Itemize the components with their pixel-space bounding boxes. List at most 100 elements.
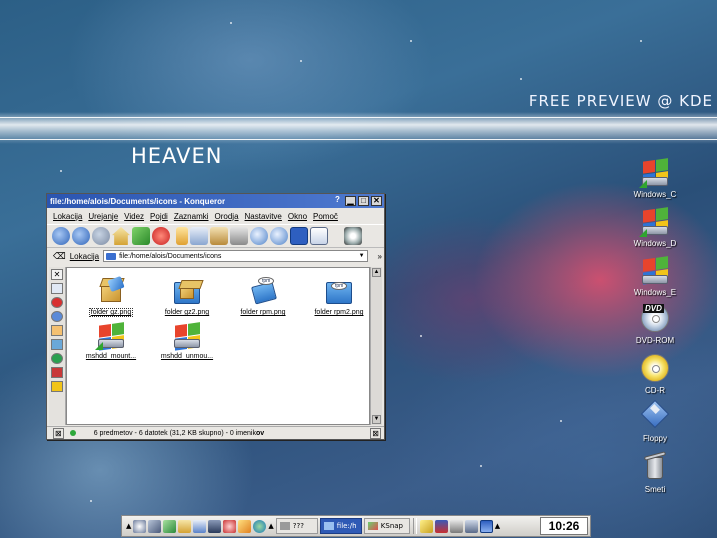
icon-view-icon[interactable] [290,227,308,245]
windows-drive-icon [639,205,671,237]
desktop-icon-windows-d[interactable]: Windows_D [620,205,690,248]
desktop-icon-dvd-rom[interactable]: DVD DVD-ROM [620,302,690,345]
tools-icon[interactable] [148,519,162,533]
desktop-icon-windows-c[interactable]: Windows_C [620,156,690,199]
menu-okno[interactable]: Okno [288,212,307,221]
klipper-icon[interactable] [419,519,433,533]
up-icon[interactable] [52,227,70,245]
chevron-down-icon[interactable]: ▼ [359,253,365,259]
panel-handle-icon[interactable]: ▲ [495,522,500,530]
file-name: folder gz2.png [164,309,210,316]
keyboard-layout-icon[interactable] [434,519,448,533]
panel-handle-icon[interactable]: ▲ [268,522,273,530]
file-icon-view[interactable]: folder gz.png folder gz2.png rpm folder … [66,267,370,425]
close-button[interactable]: ✕ [371,196,382,206]
window-title: file:/home/alois/Documents/icons - Konqu… [50,196,226,206]
bookmarks-icon[interactable] [51,297,63,308]
menu-videz[interactable]: Videz [124,212,144,221]
document-icon[interactable] [193,519,207,533]
panel-handle-icon[interactable]: ▲ [126,522,131,530]
menu-zaznamki[interactable]: Zaznamki [174,212,209,221]
cut-icon[interactable] [176,227,188,245]
terminal-icon[interactable] [208,519,222,533]
package-box-icon [95,275,127,306]
desktop-icon-label: Windows_E [633,288,677,297]
file-item[interactable]: rpm folder rpm2.png [301,276,377,316]
desktop-icon-cd-r[interactable]: CD-R [620,352,690,395]
clear-location-icon[interactable]: ⌫ [53,251,66,262]
favorites-icon[interactable] [51,381,63,392]
paste-icon[interactable] [210,227,228,245]
file-item[interactable]: rpm folder rpm.png [225,276,301,316]
globe-icon[interactable] [253,519,267,533]
menu-orodja[interactable]: Orodja [215,212,239,221]
history-icon[interactable] [51,311,63,322]
wallpaper-preview-text: FREE PREVIEW @ KDE [528,92,713,110]
forward-icon[interactable] [92,227,110,245]
web-icon[interactable] [51,353,63,364]
print-icon[interactable] [230,227,248,245]
devices-icon[interactable] [51,367,63,378]
task-unknown[interactable]: ??? [275,518,318,534]
menu-pojdi[interactable]: Pojdi [150,212,168,221]
menu-lokacija[interactable]: Lokacija [53,212,82,221]
home-folder-icon[interactable] [51,325,63,336]
desktop-icon-trash[interactable]: Smeti [620,451,690,494]
help-button[interactable]: ? [332,196,343,206]
zoom-out-icon[interactable] [270,227,288,245]
copy-icon[interactable] [190,227,208,245]
location-input[interactable]: file:/home/alois/Documents/icons ▼ [103,250,368,262]
file-item[interactable]: folder gz2.png [149,276,225,316]
window-titlebar[interactable]: file:/home/alois/Documents/icons - Konqu… [47,194,384,208]
windows-drive-icon [639,156,671,188]
task-label: KSnap [380,522,403,530]
zoom-in-icon[interactable] [250,227,268,245]
maximize-button[interactable]: □ [358,196,369,206]
menu-urejanje[interactable]: Urejanje [88,212,118,221]
list-view-icon[interactable] [310,227,328,245]
desktop-icon-windows-e[interactable]: Windows_E [620,254,690,297]
kmail-icon[interactable] [238,519,252,533]
kde-menu-icon[interactable] [133,519,147,533]
floppy-icon [639,399,671,432]
scroll-down-icon[interactable]: ▼ [372,415,381,424]
speaker-icon[interactable] [464,519,478,533]
minimize-button[interactable]: ▁ [345,196,356,206]
stop-icon[interactable] [152,227,170,245]
desktop-icon-label: CD-R [645,386,665,395]
file-name: folder rpm.png [240,309,286,316]
file-item[interactable]: mshdd_mount... [73,320,149,360]
desktop-icon-floppy[interactable]: Floppy [620,399,690,443]
file-item[interactable]: mshdd_unmou... [149,320,225,360]
scroll-up-icon[interactable]: ▲ [372,268,381,277]
toolbar-overflow-icon[interactable]: » [378,252,382,261]
task-ksnapshot[interactable]: KSnap [363,518,410,534]
close-sidebar-icon[interactable]: ✕ [51,269,63,280]
network-icon[interactable] [51,339,63,350]
folder-icon [106,252,117,260]
location-value: file:/home/alois/Documents/icons [119,252,222,260]
desktop-icon-label: Windows_D [633,239,677,248]
konqueror-window[interactable]: file:/home/alois/Documents/icons - Konqu… [46,193,385,440]
menu-nastavitve[interactable]: Nastavitve [245,212,282,221]
back-icon[interactable] [72,227,90,245]
home-icon[interactable] [178,519,192,533]
link-view-icon[interactable]: ⊠ [53,427,64,439]
home-icon[interactable] [112,227,130,245]
vertical-scrollbar[interactable]: ▲ ▼ [370,267,382,425]
task-konqueror[interactable]: file:/h [319,518,362,534]
menu-pomoc[interactable]: Pomoč [313,212,338,221]
clipboard-icon[interactable] [449,519,463,533]
desktop-icon-label: Floppy [642,434,667,443]
reload-icon[interactable] [132,227,150,245]
display-icon[interactable] [479,519,493,533]
file-item[interactable]: folder gz.png [73,275,149,317]
resize-grip-icon[interactable]: ⊠ [370,427,381,439]
wallpaper-heaven-text: HEAVEN [131,144,223,168]
services-icon[interactable] [51,283,63,294]
status-indicator-icon [69,430,76,436]
help-lifebuoy-icon[interactable] [223,519,237,533]
desktop-icon-label: Windows_C [633,190,677,199]
editor-icon[interactable] [163,519,177,533]
clock[interactable]: 10:26 [540,517,588,535]
